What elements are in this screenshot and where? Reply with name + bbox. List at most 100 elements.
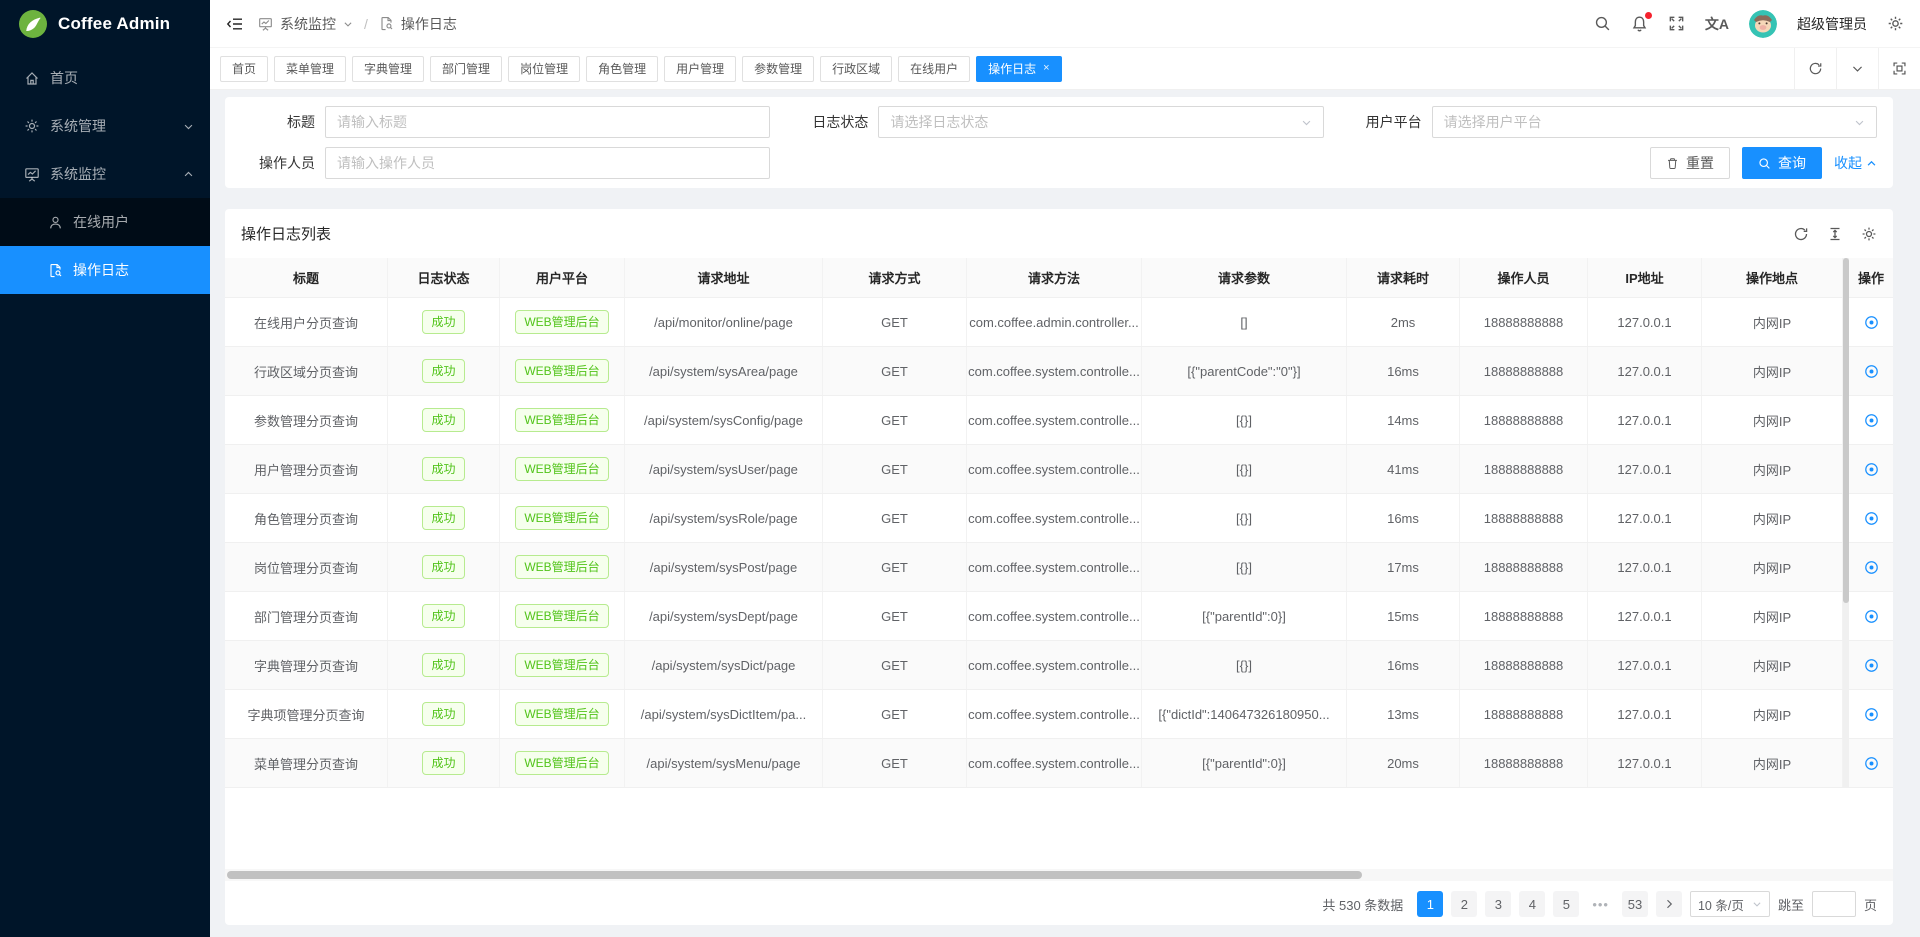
view-detail-icon[interactable] [1864, 609, 1879, 624]
chevron-down-icon [1854, 117, 1865, 128]
tab-label: 部门管理 [442, 60, 490, 77]
page-button-2[interactable]: 2 [1451, 891, 1477, 917]
status-select-placeholder: 请选择日志状态 [890, 112, 988, 132]
sidebar-item-operation-log[interactable]: 操作日志 [0, 246, 210, 294]
chevron-down-icon[interactable] [1836, 48, 1878, 90]
cell-operator: 18888888888 [1460, 396, 1588, 444]
cell-params: [{}] [1142, 543, 1347, 591]
tab-菜单管理[interactable]: 菜单管理 [274, 56, 346, 82]
platform-select[interactable]: 请选择用户平台 [1432, 106, 1877, 138]
reset-button[interactable]: 重置 [1650, 147, 1730, 179]
sidebar-item-home[interactable]: 首页 [0, 54, 210, 102]
column-header: 操作人员 [1460, 258, 1588, 297]
vertical-scrollbar[interactable] [1843, 258, 1849, 788]
cell-params: [{}] [1142, 396, 1347, 444]
cell-status: 成功 [388, 445, 500, 493]
tab-岗位管理[interactable]: 岗位管理 [508, 56, 580, 82]
view-detail-icon[interactable] [1864, 756, 1879, 771]
row-height-icon[interactable] [1827, 226, 1843, 242]
platform-label: 用户平台 [1348, 112, 1432, 132]
horizontal-scrollbar-thumb[interactable] [227, 871, 1362, 879]
user-name[interactable]: 超级管理员 [1797, 14, 1867, 34]
cell-handler: com.coffee.system.controlle... [967, 543, 1142, 591]
view-detail-icon[interactable] [1864, 707, 1879, 722]
page-button-5[interactable]: 5 [1553, 891, 1579, 917]
cell-params: [{"parentCode":"0"}] [1142, 347, 1347, 395]
close-tab-icon[interactable]: × [1043, 63, 1049, 74]
tab-行政区域[interactable]: 行政区域 [820, 56, 892, 82]
cell-url: /api/system/sysPost/page [625, 543, 823, 591]
tab-label: 参数管理 [754, 60, 802, 77]
tab-角色管理[interactable]: 角色管理 [586, 56, 658, 82]
view-detail-icon[interactable] [1864, 560, 1879, 575]
tab-参数管理[interactable]: 参数管理 [742, 56, 814, 82]
page-button-4[interactable]: 4 [1519, 891, 1545, 917]
maximize-icon[interactable] [1878, 48, 1920, 90]
status-select[interactable]: 请选择日志状态 [878, 106, 1323, 138]
cell-location: 内网IP [1702, 739, 1843, 787]
page-button-53[interactable]: 53 [1622, 891, 1648, 917]
column-header: 操作地点 [1702, 258, 1843, 297]
sidebar-item-online-users[interactable]: 在线用户 [0, 198, 210, 246]
tab-字典管理[interactable]: 字典管理 [352, 56, 424, 82]
table-row: 字典项管理分页查询成功WEB管理后台/api/system/sysDictIte… [225, 690, 1893, 739]
cell-title: 用户管理分页查询 [225, 445, 388, 493]
view-detail-icon[interactable] [1864, 364, 1879, 379]
platform-tag: WEB管理后台 [515, 702, 608, 726]
avatar[interactable] [1749, 10, 1777, 38]
view-detail-icon[interactable] [1864, 462, 1879, 477]
search-button[interactable]: 查询 [1742, 147, 1822, 179]
jump-page-input[interactable] [1812, 891, 1856, 917]
cell-actions [1849, 690, 1893, 738]
cell-platform: WEB管理后台 [500, 445, 625, 493]
next-page-button[interactable] [1656, 891, 1682, 917]
view-detail-icon[interactable] [1864, 315, 1879, 330]
table-tools [1793, 226, 1877, 242]
cell-ip: 127.0.0.1 [1588, 445, 1702, 493]
page-button-1[interactable]: 1 [1417, 891, 1443, 917]
horizontal-scrollbar[interactable] [225, 869, 1893, 881]
chevron-down-icon[interactable] [343, 19, 353, 29]
filter-panel: 标题 日志状态 请选择日志状态 用户平台 请选择用户平台 操作人员 [225, 97, 1893, 188]
platform-select-placeholder: 请选择用户平台 [1444, 112, 1542, 132]
tab-label: 在线用户 [910, 60, 958, 77]
settings-gear-icon[interactable] [1887, 15, 1904, 32]
search-icon[interactable] [1594, 15, 1611, 32]
view-detail-icon[interactable] [1864, 511, 1879, 526]
view-detail-icon[interactable] [1864, 658, 1879, 673]
sidebar-collapse-icon[interactable] [226, 15, 244, 33]
cell-duration: 41ms [1347, 445, 1460, 493]
sidebar-item-system-monitor[interactable]: 系统监控 [0, 150, 210, 198]
title-input[interactable] [325, 106, 770, 138]
tab-部门管理[interactable]: 部门管理 [430, 56, 502, 82]
tab-在线用户[interactable]: 在线用户 [898, 56, 970, 82]
fullscreen-icon[interactable] [1668, 15, 1685, 32]
column-header: 日志状态 [388, 258, 500, 297]
status-tag: 成功 [422, 702, 464, 726]
table-row: 参数管理分页查询成功WEB管理后台/api/system/sysConfig/p… [225, 396, 1893, 445]
tab-用户管理[interactable]: 用户管理 [664, 56, 736, 82]
notification-bell-icon[interactable] [1631, 15, 1648, 32]
refresh-icon[interactable] [1794, 48, 1836, 90]
cell-handler: com.coffee.system.controlle... [967, 347, 1142, 395]
sidebar-item-label: 系统监控 [50, 164, 106, 184]
cell-title: 字典管理分页查询 [225, 641, 388, 689]
cell-ip: 127.0.0.1 [1588, 347, 1702, 395]
language-translate-icon[interactable]: 文A [1705, 14, 1729, 34]
column-header: 操作 [1849, 258, 1893, 297]
cell-actions [1849, 543, 1893, 591]
tab-操作日志[interactable]: 操作日志× [976, 56, 1061, 82]
page-button-3[interactable]: 3 [1485, 891, 1511, 917]
refresh-icon[interactable] [1793, 226, 1809, 242]
vertical-scrollbar-thumb[interactable] [1843, 258, 1849, 603]
tab-label: 字典管理 [364, 60, 412, 77]
sidebar-item-system-manage[interactable]: 系统管理 [0, 102, 210, 150]
view-detail-icon[interactable] [1864, 413, 1879, 428]
cell-actions [1849, 445, 1893, 493]
page-size-select[interactable]: 10 条/页 [1690, 891, 1770, 917]
collapse-filter-link[interactable]: 收起 [1834, 153, 1877, 173]
breadcrumb-section[interactable]: 系统监控 [280, 14, 336, 34]
operator-input[interactable] [325, 147, 770, 179]
tab-首页[interactable]: 首页 [220, 56, 268, 82]
column-settings-gear-icon[interactable] [1861, 226, 1877, 242]
